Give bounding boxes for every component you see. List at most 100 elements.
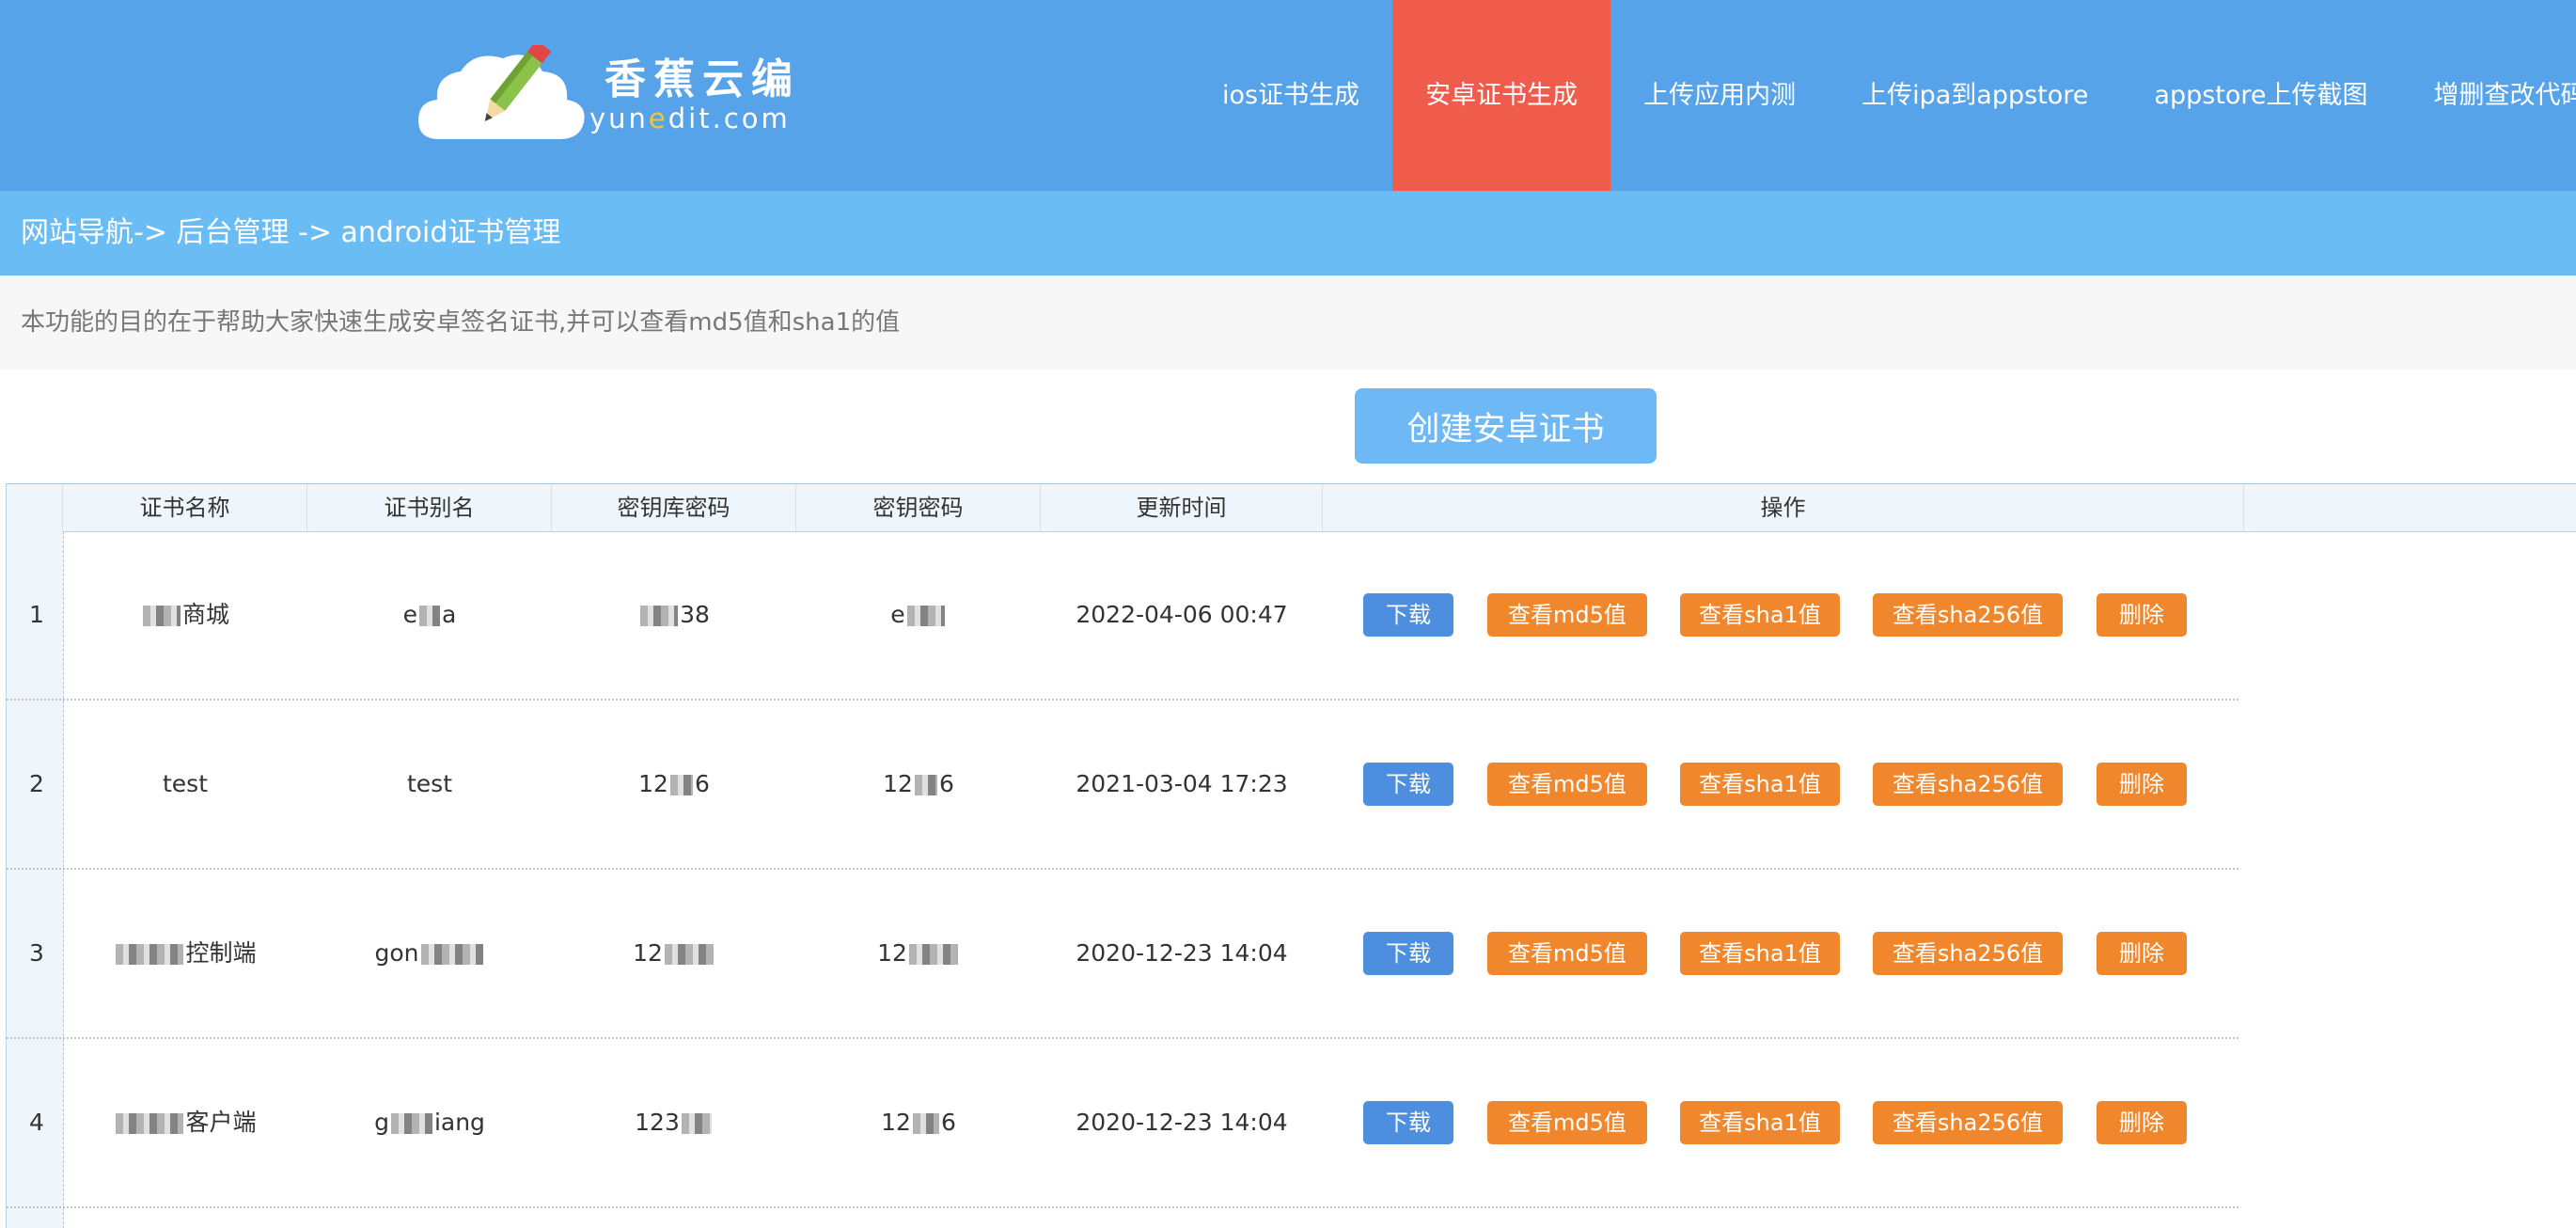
view-md5-button[interactable]: 查看md5值 (1487, 932, 1647, 975)
cert-table: 证书名称 证书别名 密钥库密码 密钥密码 更新时间 操作 1 商城 ea 38 … (6, 483, 2576, 1228)
logo-en-part2: dit.com (668, 102, 791, 134)
redacted-mark (419, 606, 441, 626)
header-key-password: 密钥密码 (796, 484, 1041, 531)
key-password: 12 (796, 870, 1041, 1037)
download-button[interactable]: 下载 (1363, 763, 1453, 806)
cert-name: 客户端 (63, 1039, 307, 1206)
cert-name-text: 控制端 (185, 939, 257, 967)
logo-en-highlight: e (648, 102, 668, 134)
view-sha1-button[interactable]: 查看sha1值 (1680, 593, 1840, 637)
redacted-mark (914, 775, 937, 795)
delete-button[interactable]: 删除 (2097, 932, 2187, 975)
redacted-mark (906, 606, 945, 626)
nav-appstore-screenshots[interactable]: appstore上传截图 (2121, 0, 2400, 191)
view-sha256-button[interactable]: 查看sha256值 (1873, 763, 2063, 806)
row-index: 2 (29, 770, 44, 797)
logo-en-part1: yun (589, 102, 649, 134)
nav-upload-ipa[interactable]: 上传ipa到appstore (1829, 0, 2121, 191)
cert-name: 商城 (63, 531, 307, 699)
delete-button[interactable]: 删除 (2097, 763, 2187, 806)
header-bar: 香蕉云编 yunedit.com ios证书生成 安卓证书生成 上传应用内测 上… (0, 0, 2576, 191)
download-button[interactable]: 下载 (1363, 1101, 1453, 1144)
table-row: 2 test test 12 6 12 6 2021-03-04 17:23 下载 … (7, 701, 2238, 870)
view-sha256-button[interactable]: 查看sha256值 (1873, 593, 2063, 637)
redacted-mark (640, 606, 679, 626)
store-password-text: 6 (694, 770, 710, 797)
key-password-prefix: 12 (877, 939, 907, 967)
row-index: 1 (29, 601, 44, 628)
store-password: 12 6 (552, 701, 796, 868)
redacted-mark (142, 606, 181, 626)
cert-alias-prefix: g (374, 1109, 389, 1136)
row-index: 4 (29, 1109, 44, 1136)
nav-ios-cert[interactable]: ios证书生成 (1189, 0, 1392, 191)
download-button[interactable]: 下载 (1363, 932, 1453, 975)
header-index (7, 484, 63, 531)
key-password: 12 6 (796, 701, 1041, 868)
download-button[interactable]: 下载 (1363, 593, 1453, 637)
table-row: 1 商城 ea 38 e 2022-04-06 00:47 下载 查看md5值 … (7, 531, 2238, 701)
nav-android-cert[interactable]: 安卓证书生成 (1392, 0, 1611, 191)
cert-alias-text: iang (433, 1109, 485, 1136)
store-password-prefix: 12 (638, 770, 668, 797)
create-android-cert-button[interactable]: 创建安卓证书 (1355, 388, 1657, 464)
view-sha256-button[interactable]: 查看sha256值 (1873, 1101, 2063, 1144)
header-cert-alias: 证书别名 (307, 484, 552, 531)
cert-alias: gon (307, 870, 552, 1037)
view-sha256-button[interactable]: 查看sha256值 (1873, 932, 2063, 975)
main-nav: ios证书生成 安卓证书生成 上传应用内测 上传ipa到appstore app… (1189, 0, 2576, 191)
cert-alias-prefix: e (402, 601, 418, 628)
cert-name-text: 客户端 (185, 1109, 257, 1136)
store-password: 12 (552, 870, 796, 1037)
table-row: 3 控制端 gon 12 12 2020-12-23 14:04 下载 查看md… (7, 870, 2238, 1039)
redacted-mark (669, 775, 693, 795)
breadcrumb: 网站导航-> 后台管理 -> android证书管理 (0, 191, 2576, 276)
cert-alias-text: test (406, 770, 452, 797)
logo-english-text: yunedit.com (589, 102, 791, 134)
update-time: 2021-03-04 17:23 (1076, 770, 1288, 797)
key-password-prefix: 12 (883, 770, 913, 797)
cert-name-text: 商城 (181, 601, 229, 628)
table-row: 4 客户端 g iang 123 12 6 2020-12-23 14:04 下载 … (7, 1039, 2238, 1208)
key-password: e (796, 531, 1041, 699)
header-update-time: 更新时间 (1041, 484, 1323, 531)
view-md5-button[interactable]: 查看md5值 (1487, 593, 1647, 637)
cert-alias: test (307, 701, 552, 868)
view-sha1-button[interactable]: 查看sha1值 (1680, 932, 1840, 975)
row-index: 3 (29, 939, 44, 967)
redacted-mark (116, 944, 184, 965)
update-time: 2020-12-23 14:04 (1076, 1109, 1288, 1136)
nav-crud-codegen[interactable]: 增删查改代码生成 (2401, 0, 2576, 191)
redacted-mark (681, 1113, 712, 1134)
delete-button[interactable]: 删除 (2097, 593, 2187, 637)
view-sha1-button[interactable]: 查看sha1值 (1680, 763, 1840, 806)
store-password: 38 (552, 531, 796, 699)
redacted-mark (908, 944, 958, 965)
view-sha1-button[interactable]: 查看sha1值 (1680, 1101, 1840, 1144)
logo-chinese-text: 香蕉云编 (605, 55, 800, 103)
redacted-mark (116, 1113, 184, 1134)
store-password-prefix: 12 (633, 939, 663, 967)
header-cert-name: 证书名称 (63, 484, 307, 531)
table-header: 证书名称 证书别名 密钥库密码 密钥密码 更新时间 操作 (7, 484, 2576, 532)
delete-button[interactable]: 删除 (2097, 1101, 2187, 1144)
cert-alias-text: a (442, 601, 457, 628)
redacted-mark (420, 944, 483, 965)
view-md5-button[interactable]: 查看md5值 (1487, 763, 1647, 806)
update-time: 2020-12-23 14:04 (1076, 939, 1288, 967)
feature-notice: 本功能的目的在于帮助大家快速生成安卓签名证书,并可以查看md5值和sha1的值 (0, 276, 2576, 370)
store-password: 123 (552, 1039, 796, 1206)
key-password-text: 6 (940, 1109, 956, 1136)
store-password-prefix: 123 (635, 1109, 680, 1136)
store-password-text: 38 (680, 601, 710, 628)
cert-name: test (63, 701, 307, 868)
key-password-text: 6 (938, 770, 954, 797)
nav-upload-beta[interactable]: 上传应用内测 (1610, 0, 1829, 191)
redacted-mark (390, 1113, 432, 1134)
site-logo[interactable]: 香蕉云编 yunedit.com (418, 45, 794, 149)
view-md5-button[interactable]: 查看md5值 (1487, 1101, 1647, 1144)
cert-alias: ea (307, 531, 552, 699)
cloud-pencil-logo-icon (418, 45, 585, 139)
redacted-mark (664, 944, 714, 965)
key-password-prefix: 12 (881, 1109, 911, 1136)
